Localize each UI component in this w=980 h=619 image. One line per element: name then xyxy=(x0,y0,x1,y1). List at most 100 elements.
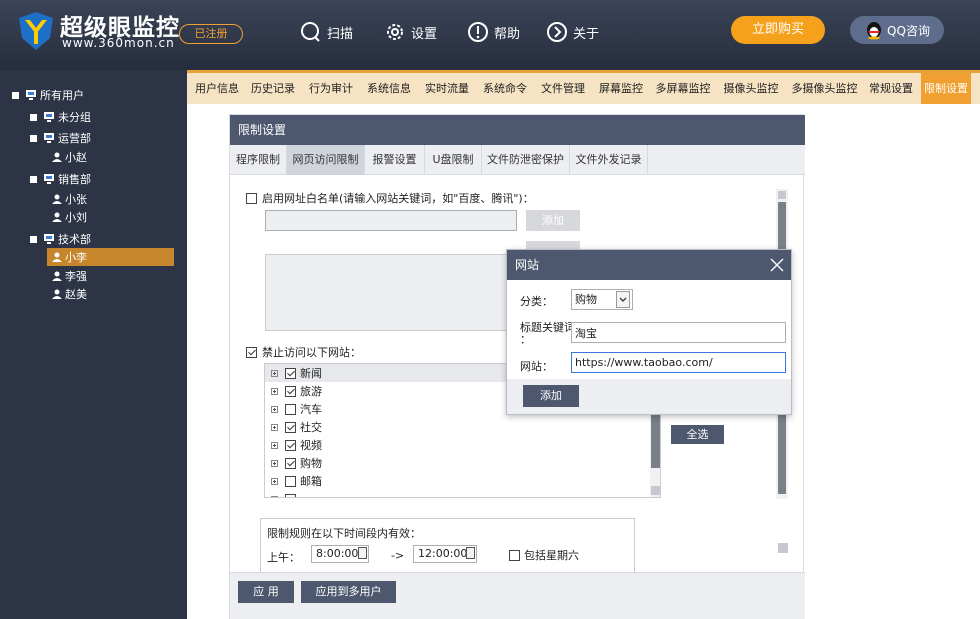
about-button[interactable]: 关于 xyxy=(546,20,599,44)
whitelist-option[interactable]: 启用网址白名单(请输入网站关键词，如"百度、腾讯")： xyxy=(246,190,534,206)
subtab-program-restriction[interactable]: 程序限制 xyxy=(230,145,287,175)
whitelist-listbox[interactable] xyxy=(265,254,517,331)
tree-root-all-users[interactable]: 所有用户 xyxy=(12,86,84,104)
collapse-toggle-icon[interactable] xyxy=(30,175,37,183)
collapse-toggle-icon[interactable] xyxy=(30,235,37,243)
tree-group-ungrouped[interactable]: 未分组 xyxy=(30,108,91,126)
category-checkbox[interactable] xyxy=(285,403,296,415)
qq-label: QQ咨询 xyxy=(887,23,930,38)
user-icon xyxy=(52,289,62,299)
list-item[interactable]: 购物 xyxy=(265,454,650,472)
tree-user-xiaoliu[interactable]: 小刘 xyxy=(51,208,87,226)
expand-icon[interactable] xyxy=(271,405,278,413)
collapse-toggle-icon[interactable] xyxy=(12,91,19,99)
expand-icon[interactable] xyxy=(271,387,278,395)
tab-multi-camera-monitor[interactable]: 多摄像头监控 xyxy=(788,73,861,104)
category-checkbox[interactable] xyxy=(285,367,296,379)
tree-group-sales[interactable]: 销售部 xyxy=(30,170,91,188)
time-spinner-icon[interactable] xyxy=(466,547,475,559)
user-tree-sidebar xyxy=(0,70,187,619)
help-label: 帮助 xyxy=(494,26,521,42)
close-icon[interactable] xyxy=(770,258,784,272)
expand-icon[interactable] xyxy=(271,495,278,497)
whitelist-checkbox[interactable] xyxy=(246,192,257,204)
tree-group-tech[interactable]: 技术部 xyxy=(30,230,91,248)
tab-file-manager[interactable]: 文件管理 xyxy=(537,73,589,104)
keyword-label: 标题关键词 ： xyxy=(520,322,575,346)
function-tab-bar: 用户信息 历史记录 行为审计 系统信息 实时流量 系统命令 文件管理 屏幕监控 … xyxy=(187,70,980,104)
subtab-web-access-restriction[interactable]: 网页访问限制 xyxy=(287,145,365,175)
list-scroll-down-icon[interactable] xyxy=(651,486,660,495)
block-sites-checkbox[interactable] xyxy=(246,346,257,358)
expand-icon[interactable] xyxy=(271,459,278,467)
tree-user-xiaozhao[interactable]: 小赵 xyxy=(51,148,87,166)
block-sites-option[interactable]: 禁止访问以下网站： xyxy=(246,344,361,360)
category-checkbox[interactable] xyxy=(285,475,296,487)
category-checkbox[interactable] xyxy=(285,385,296,397)
logo-icon xyxy=(19,12,53,50)
category-label: 视频 xyxy=(300,439,322,452)
tab-camera-monitor[interactable]: 摄像头监控 xyxy=(720,73,782,104)
keyword-input[interactable] xyxy=(571,322,786,343)
apply-multi-user-button[interactable]: 应用到多用户 xyxy=(301,581,396,603)
tab-screen-monitor[interactable]: 屏幕监控 xyxy=(595,73,647,104)
expand-icon[interactable] xyxy=(271,477,278,485)
weekend-option[interactable]: 包括星期六 xyxy=(509,547,579,563)
subtab-alarm-settings[interactable]: 报警设置 xyxy=(365,145,425,175)
registered-badge: 已注册 xyxy=(179,24,243,44)
settings-button[interactable]: 设置 xyxy=(384,20,437,44)
tab-history[interactable]: 历史记录 xyxy=(247,73,299,104)
whitelist-add-button[interactable]: 添加 xyxy=(526,210,580,231)
dialog-add-button[interactable]: 添加 xyxy=(523,385,579,407)
subtab-file-leak-protection[interactable]: 文件防泄密保护 xyxy=(482,145,570,175)
scan-button[interactable]: 扫描 xyxy=(300,20,353,44)
category-checkbox[interactable] xyxy=(285,421,296,433)
tab-realtime-traffic[interactable]: 实时流量 xyxy=(421,73,473,104)
tree-user-xiaoli[interactable]: 小李 xyxy=(51,248,87,266)
tree-user-liqiang[interactable]: 李强 xyxy=(51,267,87,285)
tab-user-info[interactable]: 用户信息 xyxy=(191,73,243,104)
tab-behavior-audit[interactable]: 行为审计 xyxy=(305,73,357,104)
list-item[interactable]: 社交 xyxy=(265,418,650,436)
am-start-time[interactable]: 8:00:00 xyxy=(311,545,369,563)
weekend-checkbox[interactable] xyxy=(509,549,520,561)
scroll-down-icon[interactable] xyxy=(778,543,788,553)
action-bar: 应 用 应用到多用户 xyxy=(230,572,805,619)
chevron-down-icon[interactable] xyxy=(616,291,630,308)
category-checkbox[interactable] xyxy=(285,493,296,497)
category-checkbox[interactable] xyxy=(285,439,296,451)
category-select[interactable]: 购物 xyxy=(571,289,633,310)
tab-system-command[interactable]: 系统命令 xyxy=(479,73,531,104)
time-spinner-icon[interactable] xyxy=(358,547,367,559)
whitelist-input[interactable] xyxy=(265,210,517,231)
buy-now-button[interactable]: 立即购买 xyxy=(731,16,825,44)
help-button[interactable]: 帮助 xyxy=(467,20,520,44)
tree-user-label: 小张 xyxy=(65,193,87,206)
expand-icon[interactable] xyxy=(271,441,278,449)
tab-restriction-settings[interactable]: 限制设置 xyxy=(921,73,971,104)
tree-group-operations[interactable]: 运营部 xyxy=(30,129,91,147)
tab-system-info[interactable]: 系统信息 xyxy=(363,73,415,104)
expand-icon[interactable] xyxy=(271,423,278,431)
collapse-toggle-icon[interactable] xyxy=(30,113,37,121)
time-separator: -> xyxy=(391,549,405,562)
list-item[interactable] xyxy=(265,490,650,497)
scroll-up-icon[interactable] xyxy=(778,191,786,199)
expand-icon[interactable] xyxy=(271,369,278,377)
tree-group-label: 技术部 xyxy=(58,233,91,246)
qq-consult-button[interactable]: QQ咨询 xyxy=(850,16,944,44)
list-item[interactable]: 邮箱 xyxy=(265,472,650,490)
subtab-file-outgoing-record[interactable]: 文件外发记录 xyxy=(570,145,648,175)
select-all-button[interactable]: 全选 xyxy=(671,425,724,444)
tree-user-xiaozhang[interactable]: 小张 xyxy=(51,190,87,208)
tab-multi-screen-monitor[interactable]: 多屏幕监控 xyxy=(652,73,714,104)
list-item[interactable]: 视频 xyxy=(265,436,650,454)
collapse-toggle-icon[interactable] xyxy=(30,134,37,142)
tree-user-zhaomei[interactable]: 赵美 xyxy=(51,285,87,303)
subtab-usb-restriction[interactable]: U盘限制 xyxy=(425,145,482,175)
tab-general-settings[interactable]: 常规设置 xyxy=(866,73,916,104)
category-checkbox[interactable] xyxy=(285,457,296,469)
am-end-time[interactable]: 12:00:00 xyxy=(413,545,477,563)
apply-button[interactable]: 应 用 xyxy=(238,581,294,603)
site-input[interactable] xyxy=(571,352,786,373)
